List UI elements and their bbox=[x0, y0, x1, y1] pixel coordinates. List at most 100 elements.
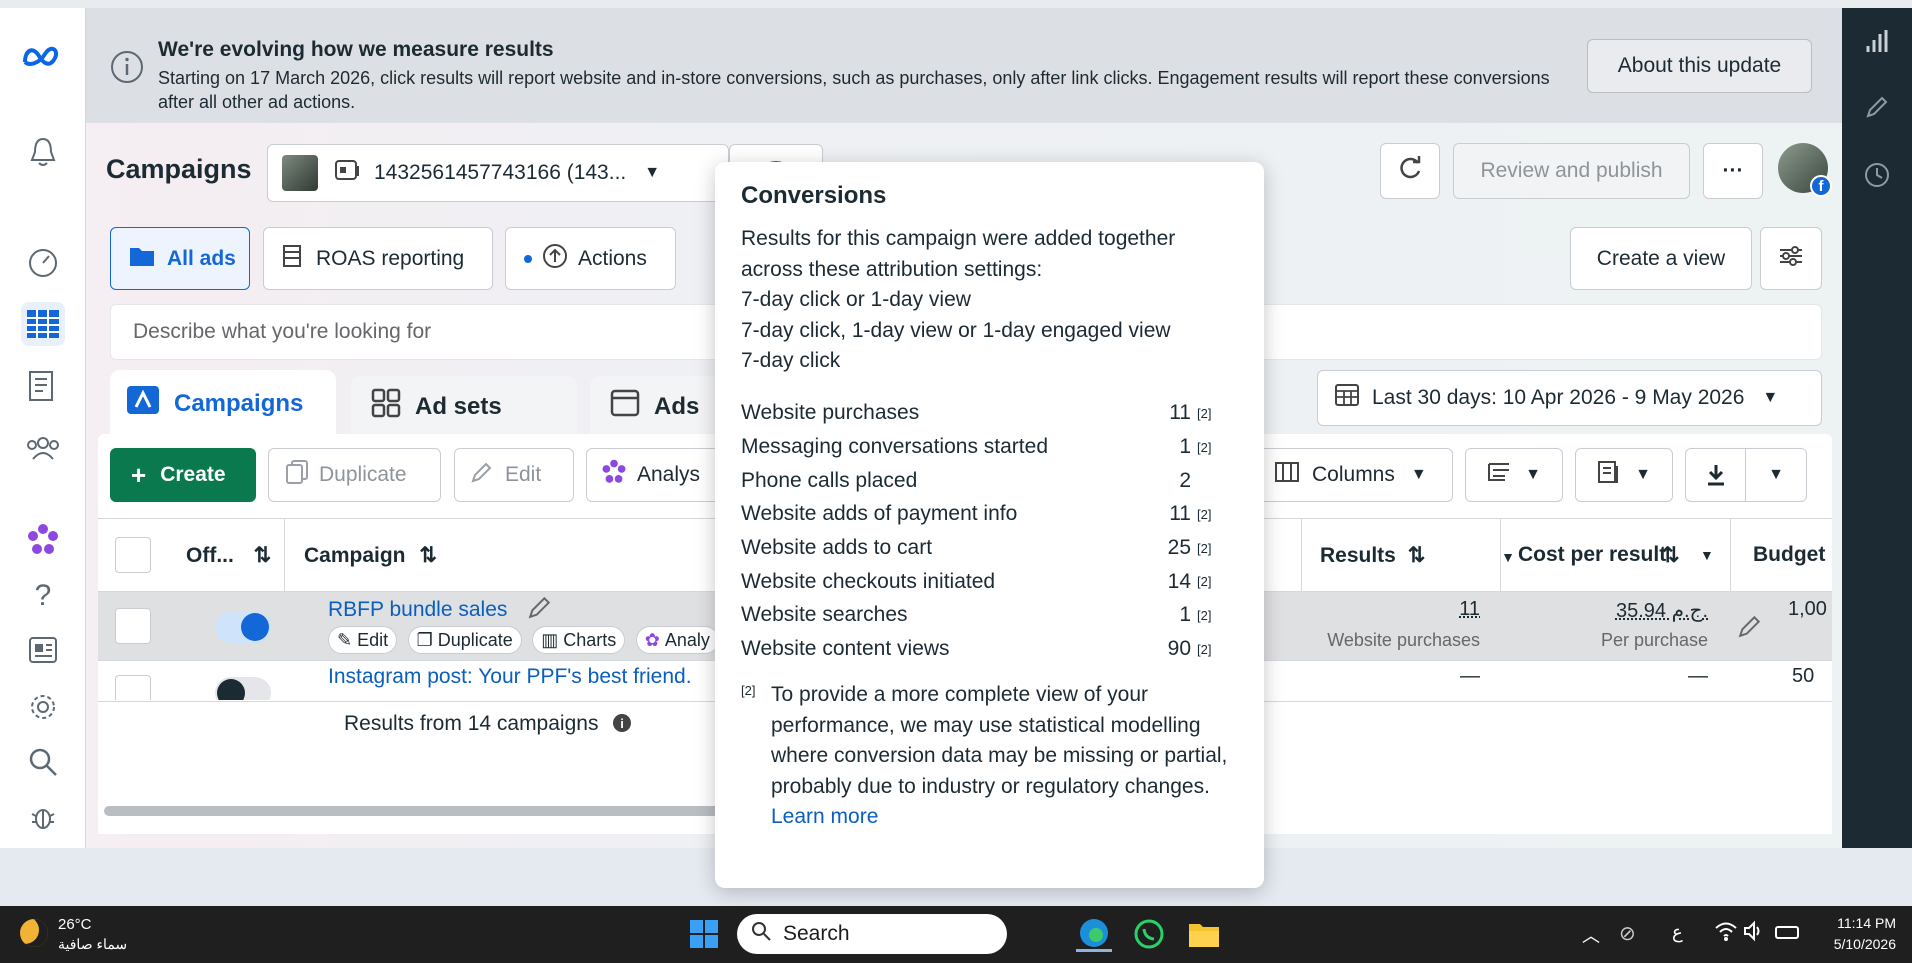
chevron-down-icon[interactable]: ▼ bbox=[1746, 466, 1806, 484]
cost-value: — bbox=[1688, 665, 1708, 687]
analyse-button[interactable]: Analys bbox=[586, 448, 726, 502]
row-checkbox[interactable] bbox=[115, 608, 151, 644]
select-all-checkbox[interactable] bbox=[115, 537, 151, 573]
summary-text: Results from 14 campaigns bbox=[344, 712, 599, 735]
tab-ads[interactable]: Ads bbox=[590, 376, 720, 437]
on-off-toggle[interactable] bbox=[215, 611, 271, 643]
date-range-picker[interactable]: Last 30 days: 10 Apr 2026 - 9 May 2026 ▼ bbox=[1317, 370, 1822, 426]
meta-logo-icon[interactable] bbox=[21, 34, 65, 78]
export-button[interactable]: ▼ bbox=[1685, 448, 1807, 502]
settings-gear-icon[interactable] bbox=[21, 685, 65, 729]
ads-manager-table-icon[interactable] bbox=[21, 302, 65, 346]
row-edit-chip[interactable]: ✎ Edit bbox=[328, 626, 398, 654]
col-campaign[interactable]: Campaign ⇅ bbox=[304, 543, 437, 568]
volume-icon[interactable] bbox=[1743, 920, 1765, 947]
plus-icon: + bbox=[131, 459, 147, 490]
sliders-icon bbox=[1778, 245, 1804, 273]
learn-more-link[interactable]: Learn more bbox=[771, 805, 878, 828]
tab-ad-sets-label: Ad sets bbox=[415, 392, 502, 420]
row-charts-chip[interactable]: ▥ Charts bbox=[532, 626, 626, 654]
create-label: Create bbox=[160, 463, 226, 486]
reports-pages-icon[interactable] bbox=[21, 364, 65, 408]
audiences-people-icon[interactable] bbox=[21, 426, 65, 470]
account-selector[interactable]: 1432561457743166 (143... ▼ bbox=[267, 144, 729, 202]
col-off-on[interactable]: Off... ⇅ bbox=[186, 543, 271, 568]
pencil-icon bbox=[471, 461, 493, 489]
footnote-body: To provide a more complete view of your … bbox=[771, 680, 1238, 833]
row-checkbox[interactable] bbox=[115, 675, 151, 700]
col-divider bbox=[284, 519, 285, 591]
facebook-badge-icon: f bbox=[1810, 175, 1832, 197]
results-value[interactable]: 11 bbox=[1418, 598, 1480, 621]
notifications-bell-icon[interactable] bbox=[21, 130, 65, 174]
dashboard-gauge-icon[interactable] bbox=[21, 241, 65, 285]
duplicate-button[interactable]: Duplicate bbox=[268, 448, 441, 502]
help-question-icon[interactable]: ? bbox=[21, 574, 65, 618]
campaign-name-link[interactable]: RBFP bundle sales bbox=[328, 598, 507, 622]
all-ads-button[interactable]: All ads bbox=[110, 227, 250, 290]
conversions-popover: Conversions Results for this campaign we… bbox=[715, 162, 1264, 888]
reports-button[interactable]: ▼ bbox=[1575, 448, 1673, 502]
account-id: 1432561457743166 (143... bbox=[374, 161, 627, 184]
columns-button[interactable]: Columns ▼ bbox=[1257, 448, 1453, 502]
no-sync-icon[interactable]: ⊘ bbox=[1619, 921, 1636, 946]
review-publish-button[interactable]: Review and publish bbox=[1453, 143, 1690, 199]
campaigns-flag-icon bbox=[126, 385, 160, 422]
tab-campaigns[interactable]: Campaigns bbox=[110, 370, 336, 437]
taskbar-search[interactable]: Search bbox=[737, 914, 1007, 954]
edit-button[interactable]: Edit bbox=[454, 448, 574, 502]
col-campaign-label: Campaign bbox=[304, 543, 406, 567]
business-profile-icon[interactable] bbox=[21, 628, 65, 672]
refresh-button[interactable] bbox=[1380, 143, 1440, 199]
search-icon[interactable] bbox=[21, 740, 65, 784]
budget-edit-pencil-icon[interactable] bbox=[1738, 614, 1762, 643]
clock-date[interactable]: 5/10/2026 bbox=[1816, 936, 1896, 952]
create-view-button[interactable]: Create a view bbox=[1570, 227, 1752, 290]
row-analyse-chip[interactable]: ✿ Analy bbox=[635, 626, 719, 654]
download-icon[interactable] bbox=[1686, 449, 1746, 501]
col-cost-per-result[interactable]: Cost per result bbox=[1518, 541, 1678, 569]
metric-footnote: [2] bbox=[1197, 439, 1212, 455]
info-filled-icon[interactable]: i bbox=[613, 714, 631, 732]
wifi-icon[interactable] bbox=[1714, 920, 1738, 947]
chevron-down-icon: ▼ bbox=[1410, 466, 1427, 483]
metric-value: 1 bbox=[1179, 435, 1191, 459]
profile-avatar[interactable]: f bbox=[1778, 143, 1832, 197]
windows-start-icon[interactable] bbox=[686, 916, 722, 952]
actions-button[interactable]: Actions bbox=[505, 227, 676, 290]
on-off-toggle[interactable] bbox=[215, 677, 271, 700]
roas-reporting-button[interactable]: ROAS reporting bbox=[263, 227, 493, 290]
edge-browser-icon[interactable] bbox=[1076, 916, 1112, 952]
bug-report-icon[interactable] bbox=[21, 795, 65, 839]
weather-moon-icon[interactable] bbox=[20, 919, 48, 947]
metric-value: 14 bbox=[1167, 569, 1191, 593]
meta-ai-flower-icon[interactable] bbox=[21, 518, 65, 562]
metric-label: Website searches bbox=[741, 603, 908, 627]
breakdown-button[interactable]: ▼ bbox=[1465, 448, 1563, 502]
about-update-button[interactable]: About this update bbox=[1587, 39, 1812, 93]
view-settings-button[interactable] bbox=[1760, 227, 1822, 290]
weather-temp[interactable]: 26°C bbox=[58, 916, 92, 933]
file-explorer-icon[interactable] bbox=[1186, 916, 1222, 952]
row-duplicate-chip[interactable]: ❐ Duplicate bbox=[407, 626, 522, 654]
tab-ad-sets[interactable]: Ad sets bbox=[351, 376, 577, 437]
cost-value[interactable]: 35.94 ج.م. bbox=[1518, 598, 1708, 623]
create-button[interactable]: + Create bbox=[110, 448, 256, 502]
whatsapp-icon[interactable] bbox=[1131, 916, 1167, 952]
col-budget[interactable]: Budget bbox=[1753, 543, 1825, 567]
popover-footnote: [2] To provide a more complete view of y… bbox=[741, 680, 1238, 833]
language-indicator[interactable]: ع bbox=[1672, 922, 1683, 943]
history-clock-icon[interactable] bbox=[1862, 160, 1892, 190]
clock-time[interactable]: 11:14 PM bbox=[1826, 915, 1896, 931]
insights-bars-icon[interactable] bbox=[1862, 26, 1892, 56]
horizontal-scrollbar[interactable] bbox=[104, 806, 804, 816]
more-options-button[interactable]: ··· bbox=[1703, 143, 1763, 199]
battery-icon[interactable] bbox=[1775, 926, 1799, 939]
rename-pencil-icon[interactable] bbox=[528, 595, 552, 624]
col-divider bbox=[1500, 519, 1501, 591]
edit-pencil-icon[interactable] bbox=[1862, 92, 1892, 122]
chip-label: Analy bbox=[664, 629, 710, 650]
col-results[interactable]: Results ⇅ ▼ bbox=[1320, 543, 1515, 568]
chevron-up-icon[interactable]: ︿ bbox=[1582, 922, 1600, 948]
campaign-name-link[interactable]: Instagram post: Your PPF's best friend. bbox=[328, 665, 692, 689]
